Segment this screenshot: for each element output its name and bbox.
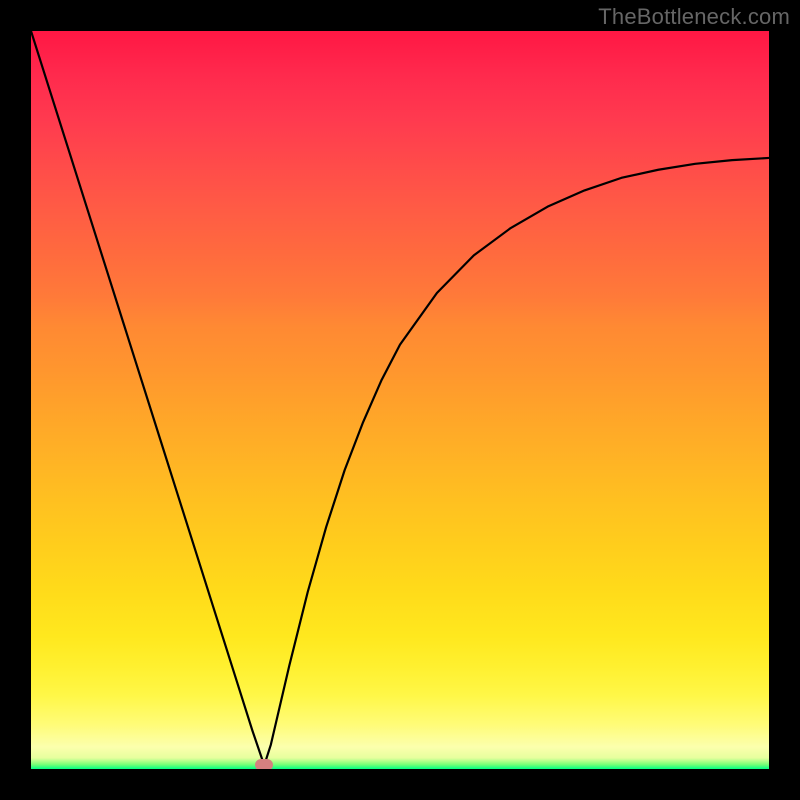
bottleneck-curve bbox=[31, 31, 769, 769]
chart-plot-area bbox=[31, 31, 769, 769]
attribution-watermark: TheBottleneck.com bbox=[598, 4, 790, 30]
optimum-marker bbox=[255, 759, 273, 769]
